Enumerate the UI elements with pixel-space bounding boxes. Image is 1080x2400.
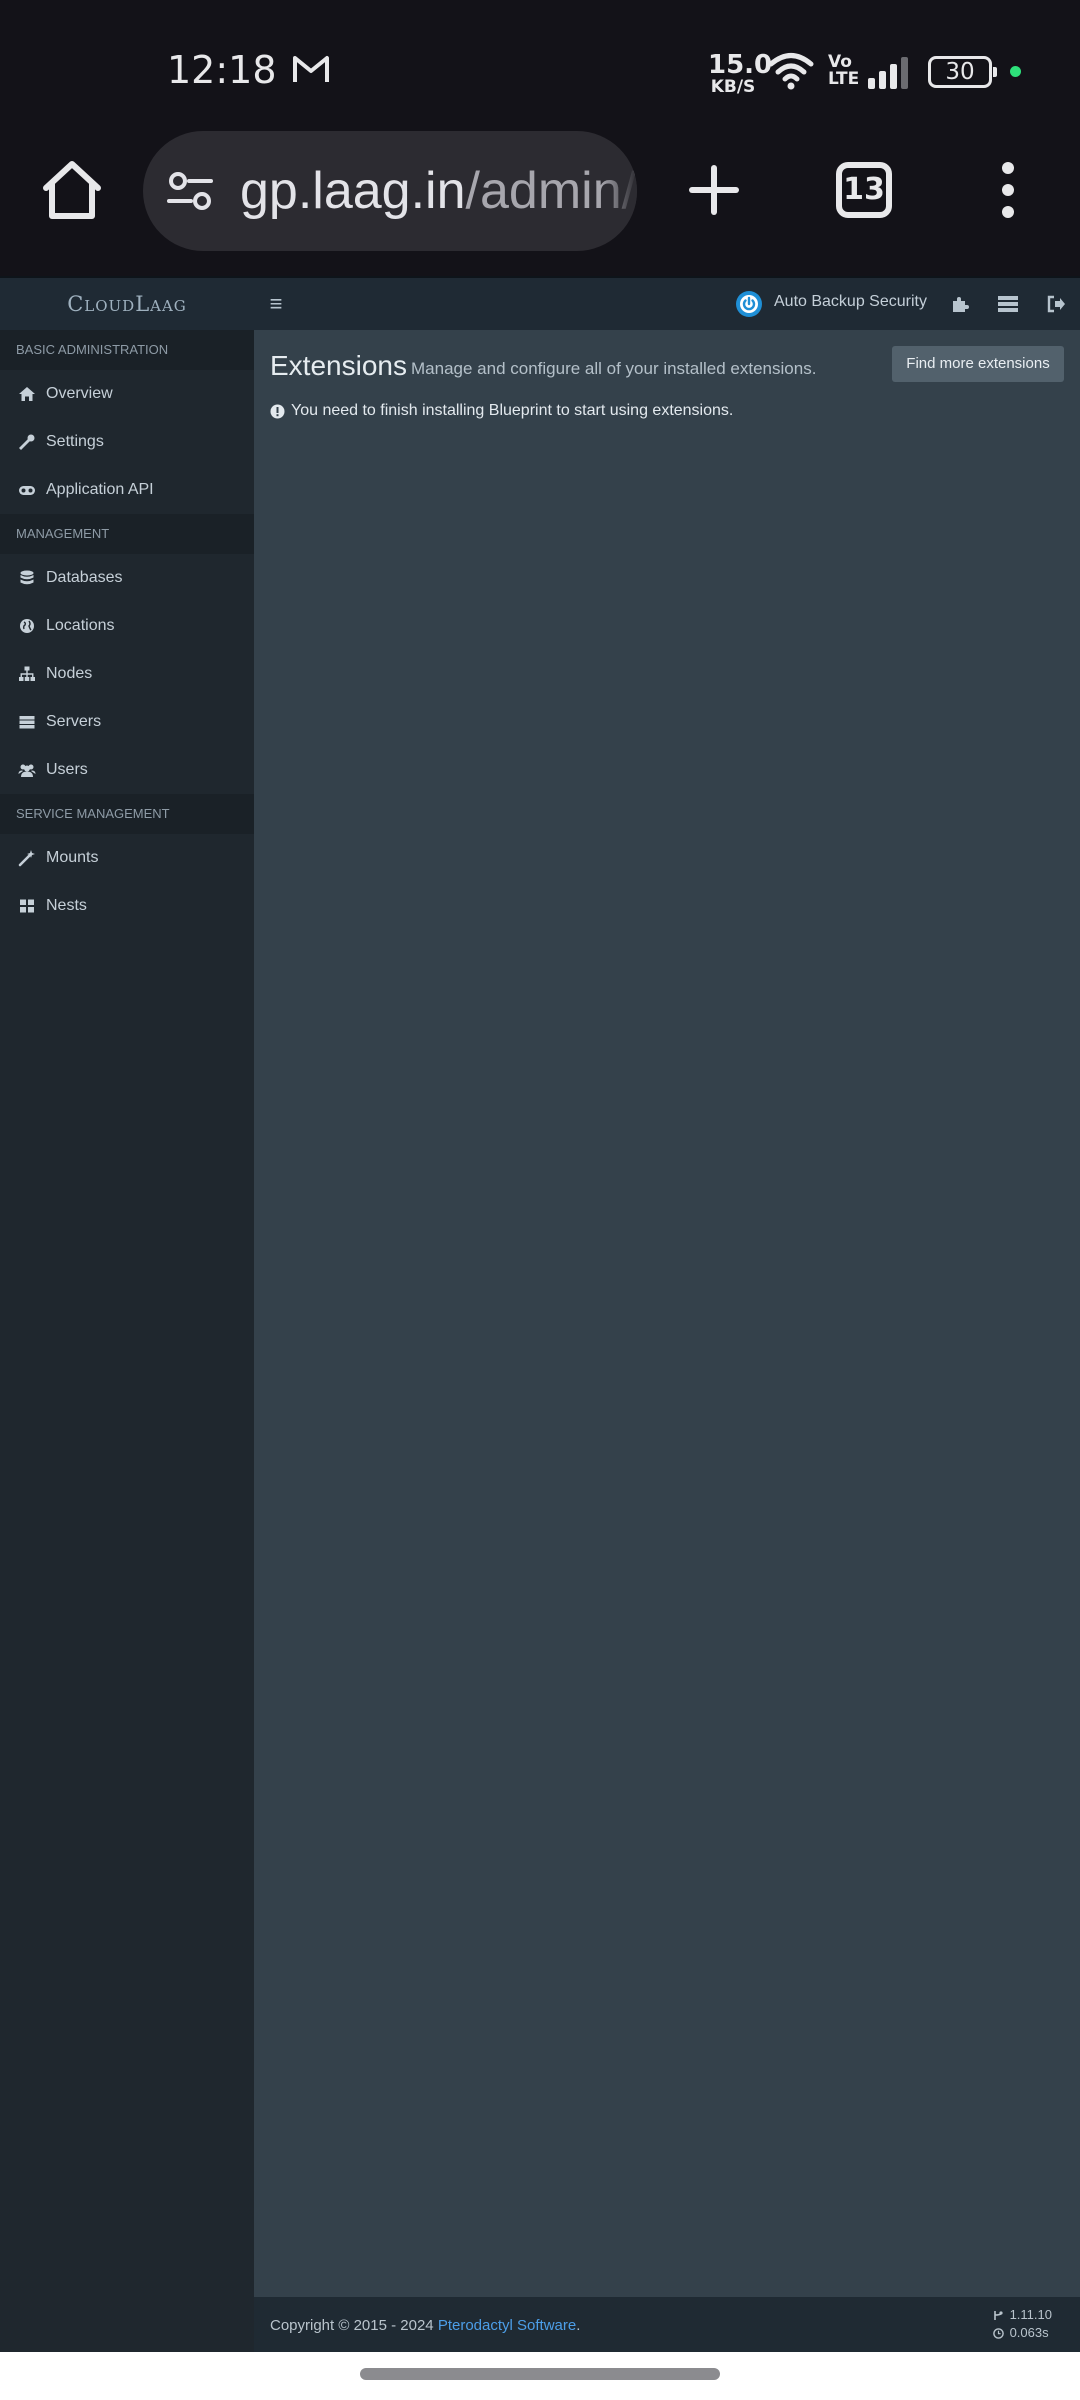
server-list-icon[interactable] — [996, 292, 1020, 316]
clock-icon — [992, 2327, 1004, 2339]
copyright-text: Copyright © 2015 - 2024 Pterodactyl Soft… — [270, 2317, 581, 2334]
users-icon — [18, 764, 36, 777]
notice-text: You need to finish installing Blueprint … — [291, 402, 734, 419]
find-more-extensions-button[interactable]: Find more extensions — [892, 346, 1064, 382]
sidebar-item-label: Overview — [46, 385, 113, 402]
sidebar-section-service-management: SERVICE MANAGEMENT — [0, 794, 254, 834]
sidebar-item-servers[interactable]: Servers — [0, 698, 254, 746]
server-icon — [19, 716, 35, 729]
version-number: 1.11.10 — [1009, 2307, 1052, 2322]
sidebar-item-label: Nodes — [46, 665, 93, 682]
logout-icon[interactable] — [1044, 292, 1068, 316]
address-bar[interactable]: gp.laag.in/admin/( — [143, 131, 637, 251]
page-subtitle: Manage and configure all of your install… — [411, 359, 817, 378]
sidebar-item-label: Nests — [46, 897, 87, 914]
page-title: Extensions — [270, 350, 407, 381]
site-settings-icon[interactable] — [167, 171, 213, 211]
network-speed: 15.0 KB/S — [708, 50, 773, 97]
sidebar-section-management: MANAGEMENT — [0, 514, 254, 554]
gmail-icon — [293, 56, 329, 82]
wifi-icon — [768, 53, 814, 90]
sidebar-item-label: Mounts — [46, 849, 99, 866]
volte-indicator: Vo LTE — [828, 52, 860, 89]
main-content: Extensions Manage and configure all of y… — [254, 330, 1080, 2297]
sidebar-item-label: Settings — [46, 433, 104, 450]
gesture-handle[interactable] — [360, 2368, 720, 2380]
sidebar-item-application-api[interactable]: Application API — [0, 466, 254, 514]
sidebar-item-label: Locations — [46, 617, 115, 634]
sidebar-item-mounts[interactable]: Mounts — [0, 834, 254, 882]
home-icon — [19, 387, 35, 401]
sidebar-section-basic-administration: BASIC ADMINISTRATION — [0, 330, 254, 370]
grid-icon — [20, 899, 34, 913]
sitemap-icon — [19, 666, 35, 681]
sidebar-item-overview[interactable]: Overview — [0, 370, 254, 418]
sidebar-toggle-icon[interactable]: ≡ — [266, 292, 286, 316]
sidebar: BASIC ADMINISTRATION Overview Settings A… — [0, 330, 254, 2352]
version-info: 1.11.10 0.063s — [992, 2306, 1052, 2342]
sidebar-item-settings[interactable]: Settings — [0, 418, 254, 466]
sidebar-item-label: Servers — [46, 713, 102, 730]
code-branch-icon — [993, 2310, 1003, 2320]
puzzle-icon[interactable] — [948, 292, 972, 316]
signal-icon — [868, 57, 908, 89]
gamepad-icon — [19, 486, 35, 495]
sidebar-item-locations[interactable]: Locations — [0, 602, 254, 650]
power-icon[interactable] — [735, 290, 763, 318]
browser-chrome: 12:18 15.0 KB/S Vo LTE 30 gp.laag.in/adm… — [0, 0, 1080, 276]
brand-logo[interactable]: CloudLaag — [0, 278, 254, 330]
wrench-icon — [19, 434, 35, 450]
magic-wand-icon — [18, 850, 35, 867]
sidebar-item-databases[interactable]: Databases — [0, 554, 254, 602]
sidebar-item-label: Databases — [46, 569, 123, 586]
render-time: 0.063s — [1009, 2325, 1049, 2340]
footer: Copyright © 2015 - 2024 Pterodactyl Soft… — [254, 2297, 1080, 2352]
new-tab-button[interactable] — [688, 164, 740, 216]
blueprint-notice: You need to finish installing Blueprint … — [270, 402, 733, 420]
home-button[interactable] — [40, 158, 104, 222]
sidebar-item-nests[interactable]: Nests — [0, 882, 254, 930]
battery-indicator: 30 — [928, 56, 997, 88]
status-time: 12:18 — [167, 48, 277, 92]
exclamation-circle-icon — [270, 404, 285, 418]
sidebar-item-label: Application API — [46, 481, 154, 498]
privacy-indicator-dot — [1010, 66, 1021, 77]
sidebar-item-nodes[interactable]: Nodes — [0, 650, 254, 698]
panel-header: CloudLaag ≡ Auto Backup Security — [0, 276, 1080, 330]
tab-switcher-button[interactable]: 13 — [836, 162, 892, 218]
globe-icon — [20, 619, 34, 633]
url-text[interactable]: gp.laag.in/admin/( — [240, 161, 637, 221]
database-icon — [20, 570, 34, 585]
sidebar-item-label: Users — [46, 761, 88, 778]
browser-menu-icon[interactable] — [996, 160, 1020, 220]
auto-backup-link[interactable]: Auto Backup Security — [774, 293, 927, 311]
pterodactyl-link[interactable]: Pterodactyl Software — [438, 2317, 576, 2334]
sidebar-item-users[interactable]: Users — [0, 746, 254, 794]
gesture-navigation-area — [0, 2352, 1080, 2400]
